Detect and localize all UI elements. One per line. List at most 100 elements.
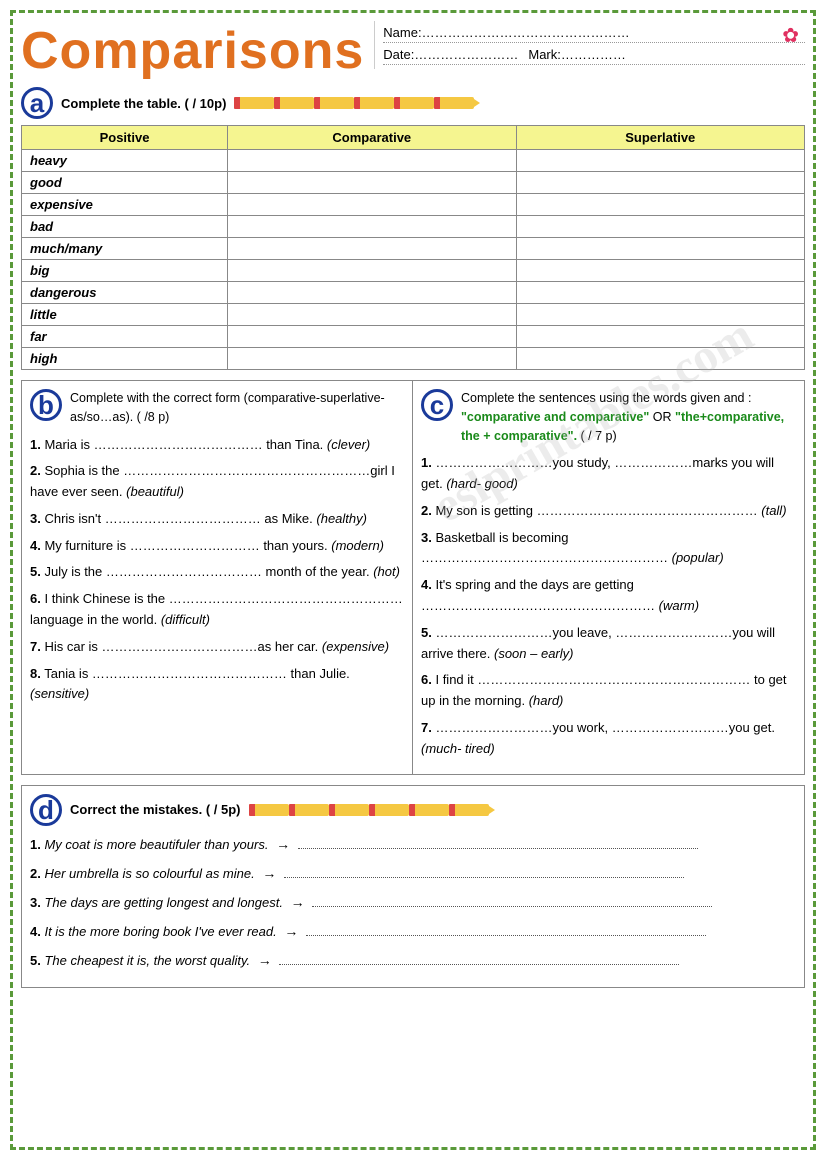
item-num: 5.	[30, 953, 41, 968]
section-c-items: 1. ………………………you study, ………………marks you w…	[421, 453, 796, 759]
answer-line[interactable]	[298, 848, 698, 849]
arrow-icon: →	[262, 865, 276, 881]
section-c-instruction: Complete the sentences using the words g…	[461, 389, 796, 445]
arrow-icon: →	[276, 836, 290, 852]
section-a-circle: a	[21, 87, 53, 119]
pencil-d5	[409, 804, 449, 816]
item-hint: (clever)	[327, 437, 370, 452]
superlative-cell[interactable]	[516, 304, 804, 326]
positive-cell[interactable]: big	[22, 260, 228, 282]
item-hint: (sensitive)	[30, 686, 89, 701]
item-text: It's spring and the days are getting …………	[421, 577, 655, 613]
comparison-table: Positive Comparative Superlative heavygo…	[21, 125, 805, 370]
item-hint: (modern)	[331, 538, 384, 553]
table-row: expensive	[22, 194, 805, 216]
list-item: 7. ………………………you work, ………………………you get. …	[421, 718, 796, 760]
section-c-instruction-text1: Complete the sentences using the words g…	[461, 391, 751, 405]
item-num: 7.	[421, 720, 432, 735]
item-text: Her umbrella is so colourful as mine.	[44, 866, 254, 881]
date-label: Date:……………………	[383, 47, 518, 62]
section-b-instruction: Complete with the correct form (comparat…	[70, 389, 404, 427]
comparative-cell[interactable]	[228, 326, 516, 348]
positive-cell[interactable]: bad	[22, 216, 228, 238]
positive-cell[interactable]: dangerous	[22, 282, 228, 304]
comparative-cell[interactable]	[228, 194, 516, 216]
section-c-header: c Complete the sentences using the words…	[421, 389, 796, 445]
positive-cell[interactable]: good	[22, 172, 228, 194]
list-item: 1. My coat is more beautifuler than your…	[30, 834, 796, 855]
item-num: 4.	[30, 538, 41, 553]
positive-cell[interactable]: expensive	[22, 194, 228, 216]
list-item: 1. ………………………you study, ………………marks you w…	[421, 453, 796, 495]
comparative-cell[interactable]	[228, 260, 516, 282]
list-item: 3. Chris isn't ……………………………… as Mike. (he…	[30, 509, 404, 530]
answer-line[interactable]	[279, 964, 679, 965]
item-text: It is the more boring book I've ever rea…	[44, 924, 276, 939]
section-c-circle: c	[421, 389, 453, 421]
comparative-cell[interactable]	[228, 150, 516, 172]
list-item: 3. The days are getting longest and long…	[30, 892, 796, 913]
table-row: good	[22, 172, 805, 194]
item-num: 1.	[421, 455, 432, 470]
item-hint: (popular)	[672, 550, 724, 565]
superlative-cell[interactable]	[516, 150, 804, 172]
arrow-icon: →	[291, 894, 305, 910]
comparative-cell[interactable]	[228, 238, 516, 260]
section-a-header: a Complete the table. ( / 10p)	[21, 87, 805, 119]
item-num: 6.	[421, 672, 432, 687]
table-row: far	[22, 326, 805, 348]
item-text: My coat is more beautifuler than yours.	[44, 837, 268, 852]
section-b-items: 1. Maria is ………………………………… than Tina. (cl…	[30, 435, 404, 706]
comparative-cell[interactable]	[228, 348, 516, 370]
superlative-cell[interactable]	[516, 348, 804, 370]
section-d-header: d Correct the mistakes. ( / 5p)	[30, 794, 796, 826]
answer-line[interactable]	[312, 906, 712, 907]
superlative-cell[interactable]	[516, 194, 804, 216]
mark-label: Mark:……………	[528, 47, 626, 62]
item-num: 8.	[30, 666, 41, 681]
comparative-cell[interactable]	[228, 172, 516, 194]
list-item: 5. The cheapest it is, the worst quality…	[30, 950, 796, 971]
item-hint: (much- tired)	[421, 741, 495, 756]
item-hint: (difficult)	[161, 612, 210, 627]
date-line: Date:…………………… Mark:……………	[383, 47, 805, 65]
superlative-cell[interactable]	[516, 326, 804, 348]
section-b-header: b Complete with the correct form (compar…	[30, 389, 404, 427]
positive-cell[interactable]: high	[22, 348, 228, 370]
section-b-label: b	[30, 389, 64, 421]
superlative-cell[interactable]	[516, 282, 804, 304]
table-row: heavy	[22, 150, 805, 172]
table-row: big	[22, 260, 805, 282]
item-text: I think Chinese is the ………………………………………………	[30, 591, 403, 627]
section-c: c Complete the sentences using the words…	[413, 381, 804, 774]
comparative-cell[interactable]	[228, 282, 516, 304]
superlative-cell[interactable]	[516, 172, 804, 194]
positive-cell[interactable]: much/many	[22, 238, 228, 260]
list-item: 4. It's spring and the days are getting …	[421, 575, 796, 617]
answer-line[interactable]	[306, 935, 706, 936]
answer-line[interactable]	[284, 877, 684, 878]
positive-cell[interactable]: heavy	[22, 150, 228, 172]
superlative-cell[interactable]	[516, 216, 804, 238]
item-hint: (beautiful)	[126, 484, 184, 499]
positive-cell[interactable]: far	[22, 326, 228, 348]
item-text: Chris isn't ……………………………… as Mike.	[44, 511, 312, 526]
item-num: 2.	[30, 463, 41, 478]
item-text: Basketball is becoming ………………………………………………	[421, 530, 668, 566]
flower-decoration: ✿	[782, 23, 799, 48]
list-item: 2. Sophia is the …………………………………………………girl…	[30, 461, 404, 503]
list-item: 6. I think Chinese is the ………………………………………	[30, 589, 404, 631]
section-c-or: OR	[653, 410, 675, 424]
table-row: dangerous	[22, 282, 805, 304]
positive-cell[interactable]: little	[22, 304, 228, 326]
list-item: 2. Her umbrella is so colourful as mine.…	[30, 863, 796, 884]
pencil-6	[434, 97, 474, 109]
section-a: a Complete the table. ( / 10p) Positive …	[21, 87, 805, 370]
superlative-cell[interactable]	[516, 260, 804, 282]
comparative-cell[interactable]	[228, 304, 516, 326]
comparative-cell[interactable]	[228, 216, 516, 238]
list-item: 5. ………………………you leave, ………………………you will…	[421, 623, 796, 665]
superlative-cell[interactable]	[516, 238, 804, 260]
list-item: 4. It is the more boring book I've ever …	[30, 921, 796, 942]
table-row: much/many	[22, 238, 805, 260]
